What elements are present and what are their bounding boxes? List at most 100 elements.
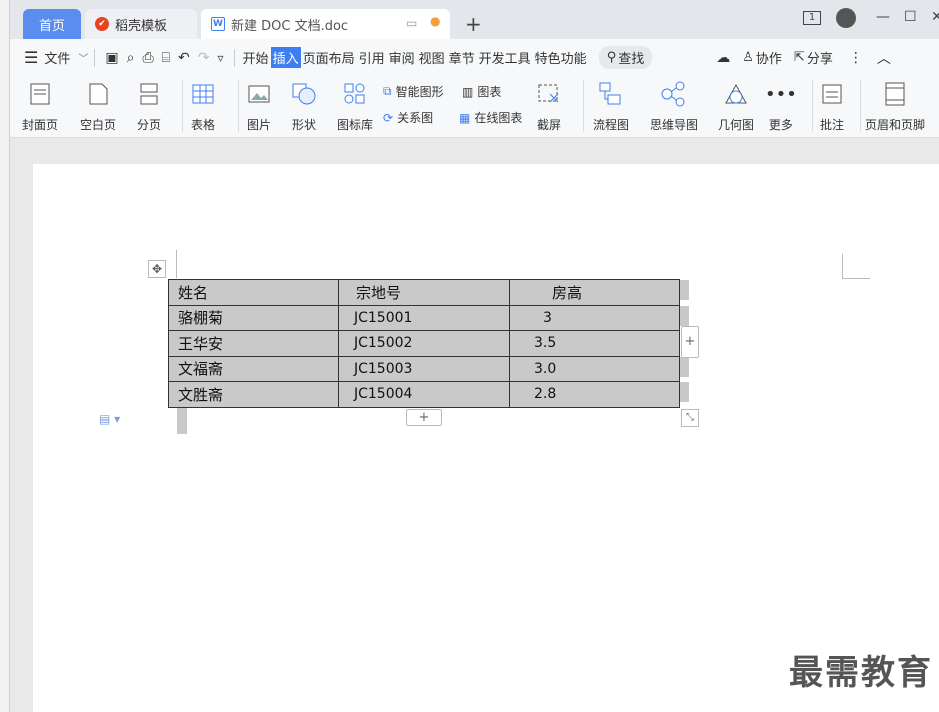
table-header-cell[interactable]: 宗地号: [338, 279, 510, 306]
page-count-box[interactable]: 1: [803, 11, 821, 25]
margin-mark: [176, 250, 177, 278]
online-chart-icon: ▦: [459, 110, 471, 125]
picture-icon: [247, 80, 271, 108]
menu-insert[interactable]: 插入: [270, 47, 301, 68]
tab-document-label: 新建 DOC 文档.doc: [231, 18, 349, 34]
avatar[interactable]: [836, 8, 856, 28]
table-header-cell[interactable]: 姓名: [168, 279, 339, 306]
data-table[interactable]: 姓名 宗地号 房高 骆棚菊 JC15001 3 王华安 JC15002 3.5 …: [168, 279, 680, 408]
close-icon[interactable]: ✕: [931, 9, 939, 25]
comment-button[interactable]: 批注: [820, 80, 844, 133]
menu-page-layout[interactable]: 页面布局: [301, 48, 357, 67]
table-cell[interactable]: JC15003: [338, 355, 510, 382]
maximize-icon[interactable]: ☐: [904, 9, 917, 25]
shape-button[interactable]: 形状: [291, 80, 317, 133]
table-cell[interactable]: 文胜斋: [168, 381, 339, 408]
customize-icon[interactable]: ▿: [218, 51, 224, 65]
watermark: 最需教育: [789, 653, 933, 693]
table-button[interactable]: 表格: [191, 80, 215, 133]
chevron-down-icon[interactable]: ﹀: [78, 50, 88, 65]
blank-page-button[interactable]: 空白页: [80, 80, 116, 133]
page-break-icon: [138, 80, 160, 108]
search-icon: ⚲: [606, 50, 617, 65]
geometry-button[interactable]: 几何图: [718, 80, 754, 133]
search-box[interactable]: ⚲ 查找: [598, 46, 653, 69]
writer-doc-icon: W: [211, 17, 225, 31]
monitor-icon[interactable]: ▭: [406, 16, 417, 30]
margin-mark: [842, 254, 843, 278]
menu-file[interactable]: 文件: [42, 48, 72, 67]
table-cell[interactable]: JC15004: [338, 381, 510, 408]
table-row: 骆棚菊 JC15001 3: [168, 304, 680, 331]
flowchart-button[interactable]: 流程图: [593, 80, 629, 133]
divider: [94, 48, 96, 67]
save-icon[interactable]: ▣: [105, 50, 118, 66]
table-cell[interactable]: JC15001: [338, 304, 510, 331]
menu-start[interactable]: 开始: [241, 48, 271, 67]
header-footer-icon: [884, 80, 906, 108]
tab-template[interactable]: ✔ 稻壳模板: [85, 9, 197, 39]
table-cell[interactable]: 骆棚菊: [168, 304, 339, 331]
unsaved-dot-icon: ●: [430, 14, 441, 28]
blank-page-icon: [87, 80, 109, 108]
table-row: 姓名 宗地号 房高: [168, 279, 680, 306]
menu-section[interactable]: 章节: [447, 48, 477, 67]
paragraph-options-icon[interactable]: ▤ ▾: [99, 412, 120, 426]
menu-view[interactable]: 视图: [417, 48, 447, 67]
more-button[interactable]: ••• 更多: [765, 80, 797, 133]
screenshot-button[interactable]: 截屏: [536, 80, 562, 133]
table-resize-icon[interactable]: ⤡: [681, 409, 699, 427]
table-cell[interactable]: 文福斋: [168, 355, 339, 382]
more-vertical-icon[interactable]: ⋮: [849, 50, 863, 66]
relation-icon: ⟳: [383, 110, 394, 125]
search-label: 查找: [618, 52, 645, 67]
icon-library-icon: [343, 80, 367, 108]
relation-button[interactable]: ⟳ 关系图: [383, 109, 433, 126]
table-cell[interactable]: 3.0: [509, 355, 680, 382]
print-preview-icon[interactable]: ⌸: [162, 50, 170, 66]
menu-references[interactable]: 引用: [357, 48, 387, 67]
screenshot-icon: [536, 80, 562, 108]
table-cell[interactable]: 王华安: [168, 330, 339, 357]
cover-page-button[interactable]: 封面页: [22, 80, 58, 133]
row-end-marker: [680, 357, 689, 377]
menu-features[interactable]: 特色功能: [533, 48, 589, 67]
table-move-handle-icon[interactable]: ✥: [148, 260, 166, 278]
icon-library-button[interactable]: 图标库: [337, 80, 373, 133]
redo-icon[interactable]: ↷: [198, 50, 210, 66]
table-cell[interactable]: 2.8: [509, 381, 680, 408]
picture-button[interactable]: 图片: [247, 80, 271, 133]
shape-icon: [291, 80, 317, 108]
table-cell[interactable]: JC15002: [338, 330, 510, 357]
minimize-icon[interactable]: —: [876, 9, 890, 25]
print-icon[interactable]: ⎙: [142, 50, 153, 66]
chart-button[interactable]: ▥ 图表: [462, 83, 501, 100]
cloud-icon[interactable]: ☁: [716, 50, 730, 66]
mindmap-button[interactable]: 思维导图: [650, 80, 698, 133]
format-painter-icon[interactable]: ⌕: [127, 50, 135, 66]
collab-button[interactable]: 协作: [754, 48, 784, 67]
collapse-ribbon-icon[interactable]: ︿: [877, 48, 891, 68]
tab-document[interactable]: W 新建 DOC 文档.doc ▭ ●: [201, 9, 450, 39]
share-button[interactable]: 分享: [805, 48, 835, 67]
add-row-button[interactable]: +: [406, 409, 442, 426]
table-cell[interactable]: 3: [509, 304, 680, 331]
header-footer-button[interactable]: 页眉和页脚: [865, 80, 925, 133]
table-cell[interactable]: 3.5: [509, 330, 680, 357]
tab-bar: 首页 ✔ 稻壳模板 W 新建 DOC 文档.doc ▭ ● + 1 — ☐ ✕: [10, 0, 939, 39]
smartart-button[interactable]: ⧉ 智能图形: [383, 83, 444, 100]
undo-icon[interactable]: ↶: [178, 50, 190, 66]
menu-developer[interactable]: 开发工具: [477, 48, 533, 67]
flowchart-icon: [598, 80, 624, 108]
menu-review[interactable]: 审阅: [387, 48, 417, 67]
page-break-button[interactable]: 分页: [137, 80, 161, 133]
hamburger-icon[interactable]: ☰: [24, 48, 38, 67]
add-column-button[interactable]: +: [681, 326, 699, 358]
paragraph-mark: [177, 408, 187, 434]
divider: [233, 48, 235, 67]
table-header-cell[interactable]: 房高: [509, 279, 680, 306]
document-page[interactable]: [33, 164, 939, 712]
online-chart-button[interactable]: ▦ 在线图表: [459, 109, 522, 126]
new-tab-button[interactable]: +: [465, 12, 482, 36]
tab-home[interactable]: 首页: [23, 9, 81, 39]
